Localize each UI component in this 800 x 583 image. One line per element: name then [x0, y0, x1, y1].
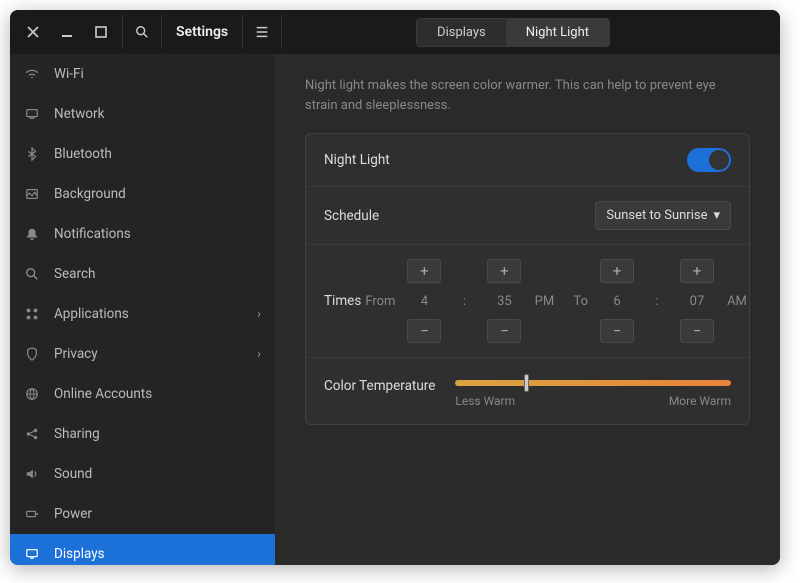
sidebar-item-label: Background	[54, 186, 126, 202]
to-label: To	[573, 294, 588, 309]
sidebar-item-label: Displays	[54, 546, 105, 562]
sidebar-item-label: Wi-Fi	[54, 66, 84, 82]
online-accounts-icon	[24, 387, 40, 401]
from-minute-up[interactable]: +	[487, 259, 521, 283]
row-schedule: Schedule Sunset to Sunrise ▾	[306, 186, 749, 244]
power-icon	[24, 507, 40, 521]
settings-window: Settings Displays Night Light Wi-Fi Netwo…	[10, 10, 780, 565]
to-ampm-value[interactable]: AM	[720, 287, 754, 315]
more-warm-label: More Warm	[669, 394, 731, 408]
sidebar-item-label: Power	[54, 506, 92, 522]
applications-icon	[24, 307, 40, 321]
header-tabs: Displays Night Light	[416, 18, 610, 47]
sidebar-item-label: Sound	[54, 466, 92, 482]
to-minute-down[interactable]: −	[680, 319, 714, 343]
sidebar-item-sound[interactable]: Sound	[10, 454, 275, 494]
schedule-value: Sunset to Sunrise	[606, 208, 707, 223]
to-time-group: +6− +:− +07− +AM−	[600, 259, 754, 343]
colon: :	[640, 287, 674, 315]
wifi-icon	[24, 67, 40, 81]
background-icon	[24, 187, 40, 201]
maximize-button[interactable]	[84, 15, 118, 49]
header-search-button[interactable]	[122, 15, 162, 49]
sidebar-item-online-accounts[interactable]: Online Accounts	[10, 374, 275, 414]
schedule-label: Schedule	[324, 208, 379, 224]
tab-displays[interactable]: Displays	[417, 19, 506, 46]
night-light-toggle[interactable]	[687, 148, 731, 172]
minimize-button[interactable]	[50, 15, 84, 49]
less-warm-label: Less Warm	[455, 394, 515, 408]
description-text: Night light makes the screen color warme…	[305, 76, 750, 115]
sidebar-item-label: Network	[54, 106, 104, 122]
times-label: Times	[324, 293, 361, 309]
from-hour-up[interactable]: +	[407, 259, 441, 283]
network-icon	[24, 107, 40, 121]
to-hour-value[interactable]: 6	[600, 287, 634, 315]
row-times: Times From +4− +:− +35− +PM− To	[306, 244, 749, 357]
sidebar-item-label: Applications	[54, 306, 129, 322]
sidebar-item-background[interactable]: Background	[10, 174, 275, 214]
colon: :	[447, 287, 481, 315]
sidebar-item-bluetooth[interactable]: Bluetooth	[10, 134, 275, 174]
to-hour-down[interactable]: −	[600, 319, 634, 343]
displays-icon	[24, 547, 40, 561]
sidebar-item-displays[interactable]: Displays	[10, 534, 275, 565]
chevron-right-icon: ›	[257, 306, 261, 322]
from-time-group: +4− +:− +35− +PM−	[407, 259, 561, 343]
notifications-icon	[24, 227, 40, 241]
sidebar-item-applications[interactable]: Applications ›	[10, 294, 275, 334]
row-color-temperature: Color Temperature Less Warm More Warm	[306, 357, 749, 424]
sidebar: Wi-Fi Network Bluetooth Background Notificat…	[10, 54, 275, 565]
sidebar-item-notifications[interactable]: Notifications	[10, 214, 275, 254]
sidebar-item-privacy[interactable]: Privacy ›	[10, 334, 275, 374]
sharing-icon	[24, 427, 40, 441]
sidebar-item-power[interactable]: Power	[10, 494, 275, 534]
privacy-icon	[24, 347, 40, 361]
from-hour-down[interactable]: −	[407, 319, 441, 343]
sidebar-item-label: Sharing	[54, 426, 100, 442]
settings-card: Night Light Schedule Sunset to Sunrise ▾…	[305, 133, 750, 425]
sidebar-item-label: Search	[54, 266, 95, 282]
chevron-down-icon: ▾	[713, 208, 720, 223]
chevron-right-icon: ›	[257, 346, 261, 362]
sidebar-item-label: Privacy	[54, 346, 98, 362]
night-light-label: Night Light	[324, 152, 390, 168]
color-temp-slider[interactable]	[455, 380, 731, 386]
schedule-dropdown[interactable]: Sunset to Sunrise ▾	[595, 201, 731, 230]
search-icon	[24, 267, 40, 281]
sidebar-item-label: Bluetooth	[54, 146, 112, 162]
close-button[interactable]	[16, 15, 50, 49]
content-area: Night light makes the screen color warme…	[275, 54, 780, 565]
color-temp-label: Color Temperature	[324, 374, 435, 394]
hamburger-menu-button[interactable]	[242, 15, 282, 49]
sound-icon	[24, 467, 40, 481]
sidebar-item-label: Notifications	[54, 226, 131, 242]
titlebar: Settings Displays Night Light	[10, 10, 780, 54]
from-ampm-value[interactable]: PM	[527, 287, 561, 315]
app-title: Settings	[162, 24, 242, 40]
from-minute-value[interactable]: 35	[487, 287, 521, 315]
to-minute-value[interactable]: 07	[680, 287, 714, 315]
to-hour-up[interactable]: +	[600, 259, 634, 283]
sidebar-item-sharing[interactable]: Sharing	[10, 414, 275, 454]
from-hour-value[interactable]: 4	[407, 287, 441, 315]
bluetooth-icon	[24, 147, 40, 161]
sidebar-item-wi-fi[interactable]: Wi-Fi	[10, 54, 275, 94]
sidebar-item-label: Online Accounts	[54, 386, 152, 402]
from-label: From	[365, 294, 395, 309]
sidebar-item-network[interactable]: Network	[10, 94, 275, 134]
from-minute-down[interactable]: −	[487, 319, 521, 343]
to-minute-up[interactable]: +	[680, 259, 714, 283]
sidebar-item-search[interactable]: Search	[10, 254, 275, 294]
tab-night-light[interactable]: Night Light	[506, 19, 609, 46]
row-night-light: Night Light	[306, 134, 749, 186]
